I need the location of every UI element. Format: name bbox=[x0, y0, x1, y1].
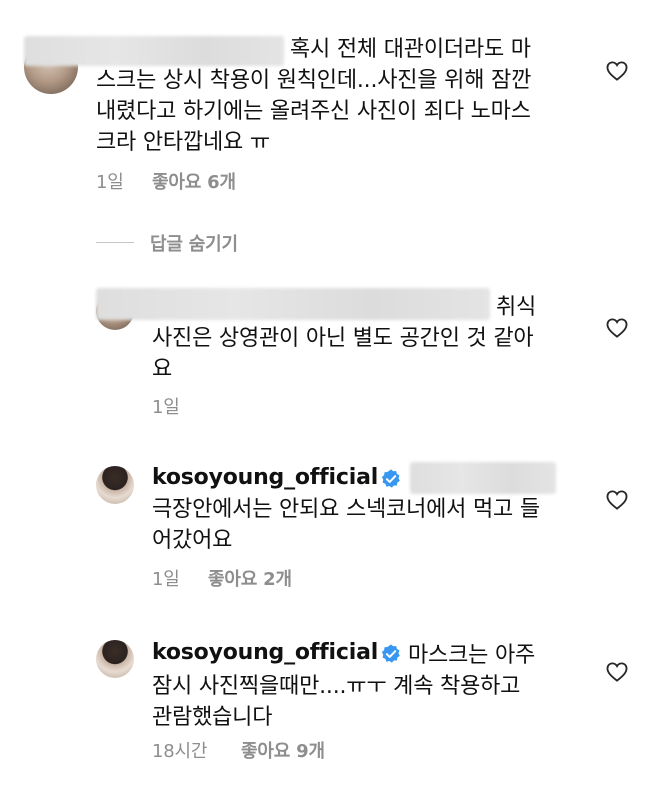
heart-outline-icon[interactable] bbox=[606, 318, 628, 338]
like-count[interactable]: 좋아요 2개 bbox=[208, 565, 292, 591]
comment-text-line: 내렸다고 하기에는 올려주신 사진이 죄다 노마스 bbox=[96, 99, 531, 124]
comment-time: 1일 bbox=[152, 397, 180, 418]
heart-outline-icon[interactable] bbox=[606, 490, 628, 510]
like-count[interactable]: 좋아요 9개 bbox=[241, 737, 325, 763]
comment-text-line: 요 bbox=[152, 357, 173, 382]
blurred-username bbox=[24, 36, 284, 66]
heart-outline-icon[interactable] bbox=[606, 662, 628, 682]
avatar[interactable] bbox=[96, 640, 134, 678]
comment-text-line: 취식 bbox=[496, 295, 537, 320]
comment-text-line: 관람했습니다 bbox=[152, 705, 273, 730]
like-count[interactable]: 좋아요 6개 bbox=[152, 168, 236, 194]
username[interactable]: kosoyoung_official bbox=[152, 465, 378, 490]
comment-text-line: 크라 안타깝네요 ㅠ bbox=[96, 130, 270, 155]
heart-outline-icon[interactable] bbox=[606, 61, 628, 81]
comment-text-line: 사진은 상영관이 아닌 별도 공간인 것 같아 bbox=[152, 326, 534, 351]
comment-time: 18시간 bbox=[152, 741, 208, 762]
comment-text-line: 마스크는 아주 bbox=[408, 643, 536, 668]
comment-time: 1일 bbox=[96, 172, 124, 193]
hide-replies-button[interactable]: 답글 숨기기 bbox=[150, 230, 238, 256]
avatar[interactable] bbox=[96, 466, 134, 504]
comment-text-line: 혹시 전체 대관이더라도 마 bbox=[290, 37, 531, 62]
blurred-username bbox=[96, 288, 490, 320]
username[interactable]: kosoyoung_official bbox=[152, 640, 378, 665]
comment-text-line: 극장안에서는 안되요 스넥코너에서 먹고 들 bbox=[152, 497, 540, 522]
comment-time: 1일 bbox=[152, 569, 180, 590]
comment-text-line: 스크는 상시 착용이 원칙인데...사진을 위해 잠깐 bbox=[96, 68, 532, 93]
blurred-mention bbox=[410, 462, 556, 494]
comment-text-line: 잠시 사진찍을때만....ㅠㅜ 계속 착용하고 bbox=[152, 674, 521, 699]
comment-text-line: 어갔어요 bbox=[152, 528, 233, 553]
verified-badge-icon bbox=[381, 469, 400, 488]
replies-divider bbox=[96, 242, 134, 243]
verified-badge-icon bbox=[381, 644, 400, 663]
